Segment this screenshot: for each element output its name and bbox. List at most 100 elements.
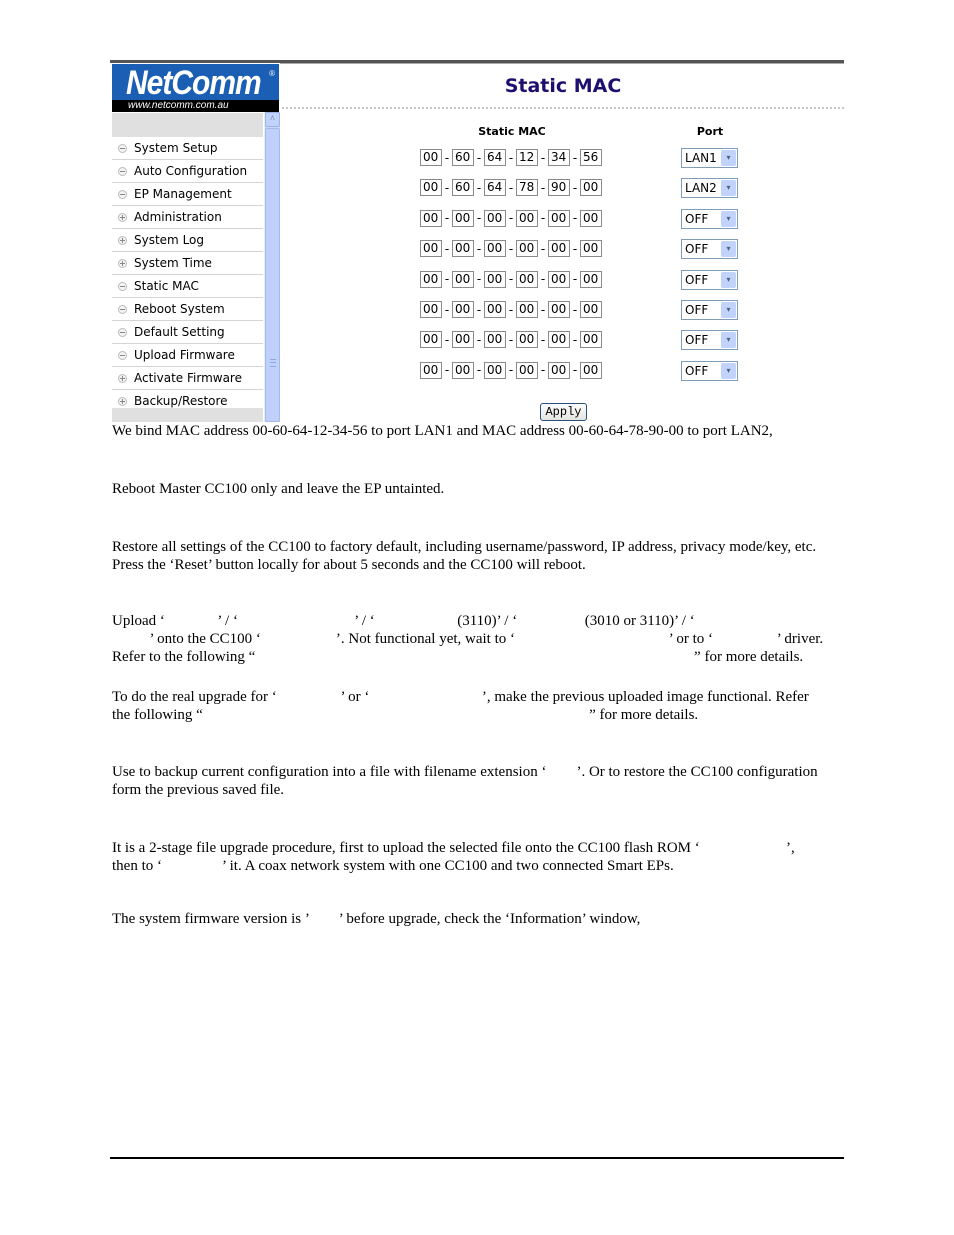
chevron-down-icon[interactable]: ▾ xyxy=(721,210,736,227)
sidebar-item-label: System Setup xyxy=(134,141,218,155)
mac-octet-input[interactable]: 00 xyxy=(420,331,442,349)
mac-octet-input[interactable]: 00 xyxy=(452,209,474,227)
mac-octet-input[interactable]: 00 xyxy=(420,149,442,166)
chevron-down-icon[interactable]: ▾ xyxy=(721,241,736,258)
mac-octet-input[interactable]: 56 xyxy=(580,149,602,166)
mac-octet-input[interactable]: 00 xyxy=(452,301,474,318)
sidebar-item-label: Static MAC xyxy=(134,279,199,293)
chevron-down-icon[interactable]: ▾ xyxy=(721,271,736,288)
mac-octet-input[interactable]: 00 xyxy=(580,301,602,318)
scrollbar-thumb[interactable] xyxy=(265,128,280,422)
port-select-value: OFF xyxy=(685,211,709,226)
mac-octet-input[interactable]: 64 xyxy=(484,149,506,166)
mac-octet-input[interactable]: 00 xyxy=(580,361,602,379)
mac-octet-input[interactable]: 00 xyxy=(420,209,442,227)
sidebar-item-system-setup[interactable]: System Setup xyxy=(112,137,263,160)
sidebar-item-ep-management[interactable]: EP Management xyxy=(112,183,263,206)
octet-separator: - xyxy=(476,211,482,226)
port-select[interactable]: OFF ▾ xyxy=(681,300,738,320)
page-title: Static MAC xyxy=(504,75,622,97)
mac-octet-input[interactable]: 00 xyxy=(548,270,570,288)
port-select[interactable]: LAN2 ▾ xyxy=(681,178,738,199)
port-select[interactable]: LAN1 ▾ xyxy=(681,148,738,168)
mac-octet-input[interactable]: 00 xyxy=(420,179,442,197)
sidebar-item-administration[interactable]: Administration xyxy=(112,206,263,229)
mac-octet-input[interactable]: 00 xyxy=(420,270,442,288)
mac-octet-input[interactable]: 00 xyxy=(420,240,442,258)
sidebar-item-system-time[interactable]: System Time xyxy=(112,252,263,275)
mac-octet-input[interactable]: 00 xyxy=(484,209,506,227)
mac-octet-input[interactable]: 00 xyxy=(516,270,538,288)
chevron-down-icon[interactable]: ▾ xyxy=(721,362,736,379)
mac-octet-input[interactable]: 00 xyxy=(516,331,538,349)
mac-octet-input[interactable]: 00 xyxy=(420,301,442,318)
mac-octet-input[interactable]: 00 xyxy=(420,361,442,379)
sidebar-item-system-log[interactable]: System Log xyxy=(112,229,263,252)
mac-octet-input[interactable]: 00 xyxy=(580,209,602,227)
octet-separator: - xyxy=(540,302,546,317)
mac-row: 00-00-00-00-00-00 OFF ▾ xyxy=(420,330,880,351)
sidebar-item-auto-configuration[interactable]: Auto Configuration xyxy=(112,160,263,183)
mac-octet-input[interactable]: 00 xyxy=(548,361,570,379)
mac-octet-input[interactable]: 60 xyxy=(452,149,474,166)
mac-octet-input[interactable]: 78 xyxy=(516,179,538,197)
mac-octet-input[interactable]: 90 xyxy=(548,179,570,197)
paragraph-line: form the previous saved file. xyxy=(112,782,285,798)
sidebar-item-upload-firmware[interactable]: Upload Firmware xyxy=(112,344,263,367)
chevron-down-icon[interactable]: ▾ xyxy=(721,332,736,349)
mac-octet-input[interactable]: 00 xyxy=(580,179,602,197)
mac-address-input-group: 00-00-00-00-00-00 xyxy=(420,331,602,349)
document-paragraph: Restore all settings of the CC100 to fac… xyxy=(112,538,852,574)
octet-separator: - xyxy=(444,332,450,347)
sidebar-item-reboot-system[interactable]: Reboot System xyxy=(112,298,263,321)
mac-octet-input[interactable]: 60 xyxy=(452,179,474,197)
sidebar-item-label: EP Management xyxy=(134,187,232,201)
chevron-down-icon[interactable]: ▾ xyxy=(721,302,736,318)
minus-circle-icon xyxy=(118,281,127,291)
mac-octet-input[interactable]: 64 xyxy=(484,179,506,197)
mac-octet-input[interactable]: 00 xyxy=(548,209,570,227)
mac-octet-input[interactable]: 00 xyxy=(580,240,602,258)
mac-octet-input[interactable]: 00 xyxy=(484,270,506,288)
mac-octet-input[interactable]: 00 xyxy=(452,270,474,288)
sidebar-item-default-setting[interactable]: Default Setting xyxy=(112,321,263,344)
apply-button[interactable]: Apply xyxy=(540,403,587,421)
document-paragraph: It is a 2-stage file upgrade procedure, … xyxy=(112,839,852,875)
port-select[interactable]: OFF ▾ xyxy=(681,360,738,381)
mac-octet-input[interactable]: 00 xyxy=(484,240,506,258)
mac-octet-input[interactable]: 00 xyxy=(580,270,602,288)
registered-mark: ® xyxy=(269,69,275,78)
mac-octet-input[interactable]: 00 xyxy=(484,301,506,318)
mac-octet-input[interactable]: 00 xyxy=(516,240,538,258)
mac-octet-input[interactable]: 00 xyxy=(452,331,474,349)
port-select-value: OFF xyxy=(685,363,709,378)
mac-octet-input[interactable]: 00 xyxy=(580,331,602,349)
mac-octet-input[interactable]: 12 xyxy=(516,149,538,166)
mac-octet-input[interactable]: 00 xyxy=(548,301,570,318)
sidebar-scrollbar[interactable]: ^ xyxy=(264,112,280,422)
mac-octet-input[interactable]: 00 xyxy=(516,209,538,227)
scroll-up-arrow-icon[interactable]: ^ xyxy=(265,112,280,127)
mac-octet-input[interactable]: 00 xyxy=(484,361,506,379)
mac-octet-input[interactable]: 34 xyxy=(548,149,570,166)
port-select[interactable]: OFF ▾ xyxy=(681,330,738,351)
mac-octet-input[interactable]: 00 xyxy=(516,361,538,379)
octet-separator: - xyxy=(476,272,482,287)
minus-circle-icon xyxy=(118,166,127,176)
document-paragraph: The system firmware version is ’ ’ befor… xyxy=(112,910,852,928)
sidebar-item-label: System Time xyxy=(134,256,212,270)
sidebar-item-activate-firmware[interactable]: Activate Firmware xyxy=(112,367,263,390)
sidebar-item-label: Auto Configuration xyxy=(134,164,248,178)
mac-octet-input[interactable]: 00 xyxy=(548,240,570,258)
mac-octet-input[interactable]: 00 xyxy=(516,301,538,318)
mac-octet-input[interactable]: 00 xyxy=(452,361,474,379)
mac-octet-input[interactable]: 00 xyxy=(484,331,506,349)
port-select[interactable]: OFF ▾ xyxy=(681,239,738,260)
mac-octet-input[interactable]: 00 xyxy=(548,331,570,349)
chevron-down-icon[interactable]: ▾ xyxy=(721,150,736,166)
port-select[interactable]: OFF ▾ xyxy=(681,269,738,290)
chevron-down-icon[interactable]: ▾ xyxy=(721,180,736,197)
port-select[interactable]: OFF ▾ xyxy=(681,208,738,229)
sidebar-item-static-mac[interactable]: Static MAC xyxy=(112,275,263,298)
mac-octet-input[interactable]: 00 xyxy=(452,240,474,258)
